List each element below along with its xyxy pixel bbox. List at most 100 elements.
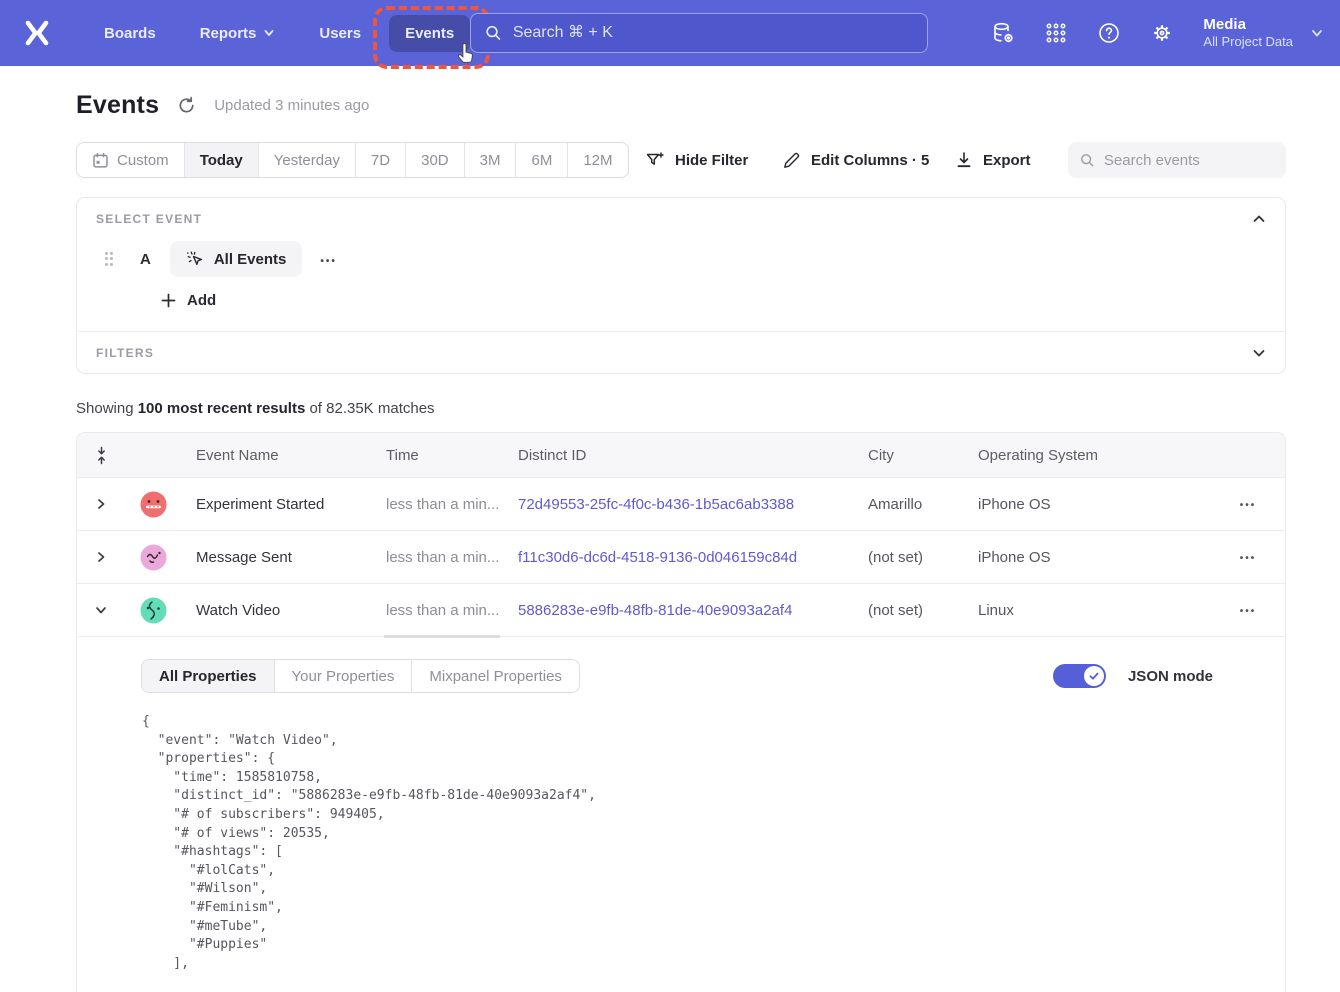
chevron-down-icon bbox=[263, 27, 275, 39]
help-icon[interactable] bbox=[1097, 21, 1121, 45]
project-switcher[interactable]: Media All Project Data bbox=[1203, 16, 1293, 51]
toggle-knob bbox=[1084, 666, 1104, 686]
search-events-box[interactable] bbox=[1068, 142, 1286, 178]
row-menu-button[interactable] bbox=[1211, 495, 1285, 513]
event-json-view: { "event": "Watch Video", "properties": … bbox=[142, 713, 1285, 973]
column-header-event-name[interactable]: Event Name bbox=[181, 447, 386, 464]
add-event-label: Add bbox=[187, 292, 216, 309]
nav-items: Boards Reports Users Events bbox=[88, 15, 482, 52]
nav-item-boards[interactable]: Boards bbox=[88, 15, 172, 52]
expand-chevron-right-icon[interactable] bbox=[94, 497, 108, 511]
distinct-id-link[interactable]: 5886283e-e9fb-48fb-81de-40e9093a2af4 bbox=[518, 602, 868, 619]
global-search-input[interactable] bbox=[513, 24, 913, 42]
event-row-more-button[interactable] bbox=[320, 251, 337, 268]
mixpanel-logo-icon[interactable] bbox=[22, 18, 52, 48]
expand-chevron-right-icon[interactable] bbox=[94, 550, 108, 564]
collapse-chevron-up-icon[interactable] bbox=[1251, 211, 1267, 227]
date-range-custom[interactable]: Custom bbox=[77, 143, 185, 177]
nav-right-cluster: Media All Project Data bbox=[991, 0, 1324, 66]
settings-gear-icon[interactable] bbox=[1150, 21, 1174, 45]
edit-columns-button[interactable]: Edit Columns · 5 bbox=[782, 142, 929, 178]
date-range-6m[interactable]: 6M bbox=[516, 143, 568, 177]
collapse-chevron-down-icon[interactable] bbox=[94, 603, 108, 617]
table-row[interactable]: Experiment Started less than a min... 72… bbox=[77, 478, 1285, 531]
properties-tabs: All Properties Your Properties Mixpanel … bbox=[141, 659, 580, 693]
city-cell: (not set) bbox=[868, 549, 978, 566]
global-search[interactable] bbox=[470, 13, 928, 53]
date-range-7d[interactable]: 7D bbox=[356, 143, 406, 177]
column-header-distinct-id[interactable]: Distinct ID bbox=[518, 447, 868, 464]
add-event-button[interactable]: Add bbox=[161, 292, 216, 309]
nav-item-reports[interactable]: Reports bbox=[184, 15, 292, 52]
city-cell: Amarillo bbox=[868, 496, 978, 513]
time-cell: less than a min... bbox=[386, 496, 518, 513]
event-name-cell: Watch Video bbox=[181, 602, 386, 619]
calendar-icon bbox=[92, 152, 109, 169]
json-mode-toggle[interactable] bbox=[1053, 664, 1106, 688]
search-icon bbox=[485, 24, 502, 42]
os-cell: Linux bbox=[978, 602, 1158, 619]
pencil-icon bbox=[782, 151, 801, 170]
data-management-icon[interactable] bbox=[991, 21, 1015, 45]
date-range-12m[interactable]: 12M bbox=[568, 143, 627, 177]
table-row-expanded[interactable]: Watch Video less than a min... 5886283e-… bbox=[77, 584, 1285, 637]
export-button[interactable]: Export bbox=[955, 142, 1031, 178]
top-nav: Boards Reports Users Events bbox=[0, 0, 1340, 66]
nav-item-reports-label: Reports bbox=[200, 25, 257, 42]
results-summary-count: 100 most recent results bbox=[138, 400, 306, 417]
tab-your-properties-label: Your Properties bbox=[292, 668, 395, 685]
results-summary-prefix: Showing bbox=[76, 400, 138, 417]
date-range-yesterday[interactable]: Yesterday bbox=[259, 143, 356, 177]
date-range-7d-label: 7D bbox=[371, 152, 390, 169]
tab-mixpanel-properties[interactable]: Mixpanel Properties bbox=[412, 660, 579, 692]
project-chevron-down-icon[interactable] bbox=[1310, 26, 1324, 40]
date-range-custom-label: Custom bbox=[117, 152, 169, 169]
tab-all-properties[interactable]: All Properties bbox=[142, 660, 275, 692]
plus-icon bbox=[161, 293, 176, 308]
event-query-row: A All Events bbox=[105, 241, 337, 277]
user-avatar bbox=[140, 491, 167, 518]
filters-label: FILTERS bbox=[96, 346, 154, 360]
row-menu-button[interactable] bbox=[1211, 548, 1285, 566]
table-row[interactable]: Message Sent less than a min... f11c30d6… bbox=[77, 531, 1285, 584]
date-range-today[interactable]: Today bbox=[185, 143, 259, 177]
user-avatar bbox=[140, 544, 167, 571]
hide-filter-button[interactable]: Hide Filter bbox=[645, 142, 748, 178]
apps-grid-icon[interactable] bbox=[1044, 21, 1068, 45]
filter-funnel-icon bbox=[645, 150, 665, 170]
tab-your-properties[interactable]: Your Properties bbox=[275, 660, 413, 692]
distinct-id-link[interactable]: f11c30d6-dc6d-4518-9136-0d046159c84d bbox=[518, 549, 868, 566]
edit-columns-label: Edit Columns · 5 bbox=[811, 152, 929, 169]
date-range-yesterday-label: Yesterday bbox=[274, 152, 340, 169]
date-range-3m[interactable]: 3M bbox=[465, 143, 517, 177]
drag-handle-icon[interactable] bbox=[105, 252, 113, 266]
date-range-3m-label: 3M bbox=[480, 152, 501, 169]
city-cell: (not set) bbox=[868, 602, 978, 619]
date-range-30d-label: 30D bbox=[421, 152, 449, 169]
refresh-icon[interactable] bbox=[177, 96, 196, 115]
download-icon bbox=[955, 151, 973, 169]
date-range-30d[interactable]: 30D bbox=[406, 143, 465, 177]
nav-item-users[interactable]: Users bbox=[303, 15, 377, 52]
page-header: Events Updated 3 minutes ago bbox=[76, 91, 369, 120]
column-header-os[interactable]: Operating System bbox=[978, 447, 1158, 464]
column-header-city[interactable]: City bbox=[868, 447, 978, 464]
events-table: Event Name Time Distinct ID City Operati… bbox=[76, 432, 1286, 992]
distinct-id-link[interactable]: 72d49553-25fc-4f0c-b436-1b5ac6ab3388 bbox=[518, 496, 868, 513]
column-header-time[interactable]: Time bbox=[386, 447, 518, 464]
project-name: Media bbox=[1203, 16, 1293, 35]
results-summary: Showing 100 most recent results of 82.35… bbox=[76, 400, 435, 417]
event-selector-button[interactable]: All Events bbox=[170, 241, 303, 277]
search-events-input[interactable] bbox=[1104, 152, 1274, 169]
date-range-today-label: Today bbox=[200, 152, 243, 169]
query-builder-card: SELECT EVENT A All Events Add FILTERS bbox=[76, 197, 1286, 374]
project-scope: All Project Data bbox=[1203, 34, 1293, 50]
filters-chevron-down-icon[interactable] bbox=[1251, 345, 1267, 361]
date-range-selector: Custom Today Yesterday 7D 30D 3M 6M 12M bbox=[76, 142, 629, 178]
hide-filter-label: Hide Filter bbox=[675, 152, 748, 169]
nav-item-events[interactable]: Events bbox=[389, 15, 470, 52]
row-menu-button[interactable] bbox=[1211, 601, 1285, 619]
sort-icon[interactable] bbox=[94, 446, 109, 465]
nav-item-boards-label: Boards bbox=[104, 25, 156, 42]
user-avatar bbox=[140, 597, 167, 624]
